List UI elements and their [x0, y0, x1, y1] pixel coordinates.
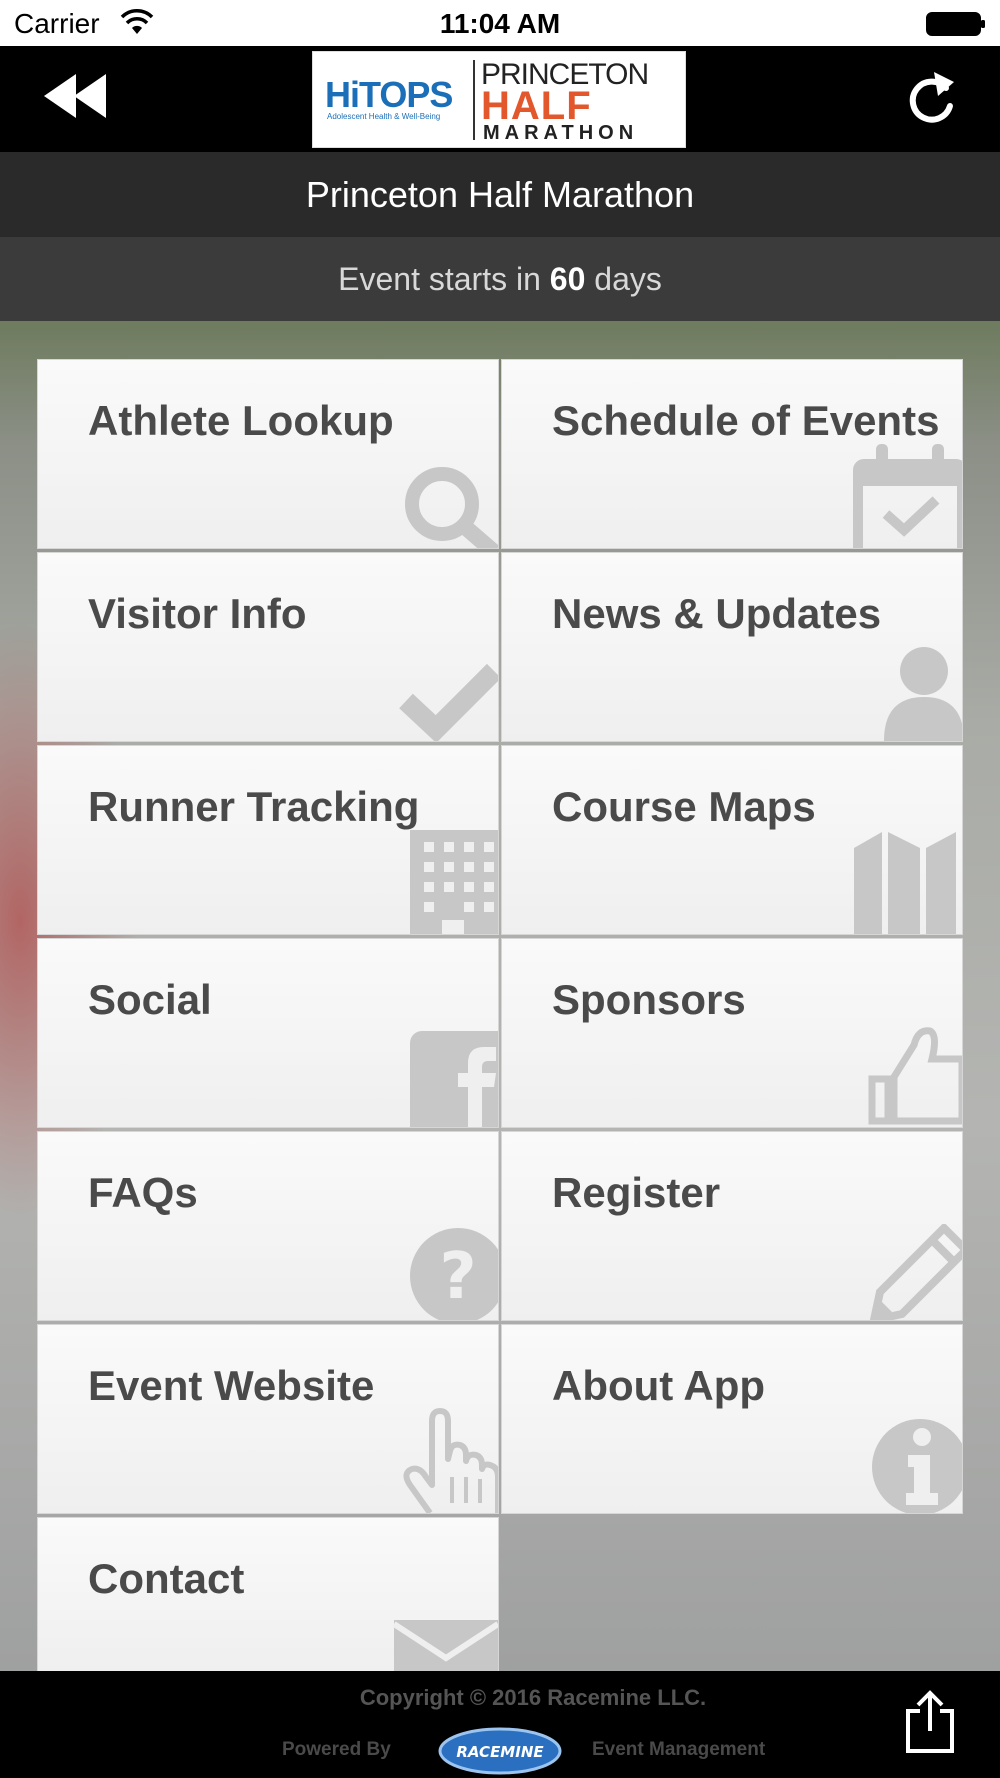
tile-sponsors[interactable]: Sponsors: [501, 938, 963, 1128]
tile-faqs[interactable]: FAQs ?: [37, 1131, 499, 1321]
tile-label: FAQs: [88, 1169, 198, 1216]
logo-hitops-sub: Adolescent Health & Well-Being: [327, 112, 441, 121]
tile-athlete-lookup[interactable]: Athlete Lookup: [37, 359, 499, 549]
map-icon: [854, 832, 956, 934]
countdown-suffix: days: [585, 261, 662, 297]
tile-label: Social: [88, 976, 212, 1023]
tile-label: Register: [552, 1169, 721, 1216]
tile-visitor-info[interactable]: Visitor Info: [37, 552, 499, 742]
powered-by-label: Powered By: [282, 1739, 391, 1760]
calendar-check-icon: [853, 444, 962, 548]
logo-marathon: MARATHON: [483, 122, 639, 144]
tile-label: Visitor Info: [88, 590, 307, 637]
tile-course-maps[interactable]: Course Maps: [501, 745, 963, 935]
tile-label: About App: [552, 1362, 766, 1409]
person-icon: [884, 647, 962, 741]
event-countdown: Event starts in 60 days: [0, 237, 1000, 321]
svg-text:?: ?: [439, 1240, 476, 1314]
pencil-icon: [870, 1224, 962, 1320]
event-logo: HiTOPS Adolescent Health & Well-Being PR…: [312, 51, 686, 148]
tile-schedule-of-events[interactable]: Schedule of Events: [501, 359, 963, 549]
tile-label: Contact: [88, 1555, 245, 1602]
app-footer: Copyright © 2016 Racemine LLC. Powered B…: [0, 1671, 1000, 1778]
tile-contact[interactable]: Contact: [37, 1517, 499, 1673]
share-icon[interactable]: [904, 1689, 956, 1755]
logo-divider: [473, 60, 475, 140]
tile-about-app[interactable]: About App: [501, 1324, 963, 1514]
racemine-logo-text: RACEMINE: [456, 1743, 544, 1761]
tile-label: News & Updates: [552, 590, 882, 637]
tile-runner-tracking[interactable]: Runner Tracking: [37, 745, 499, 935]
countdown-prefix: Event starts in: [338, 261, 550, 297]
info-icon: [872, 1419, 962, 1513]
page-title: Princeton Half Marathon: [0, 152, 1000, 237]
building-icon: [410, 830, 498, 934]
tile-event-website[interactable]: Event Website: [37, 1324, 499, 1514]
clock: 11:04 AM: [439, 8, 561, 39]
refresh-icon[interactable]: [906, 68, 956, 126]
battery-icon: [926, 12, 985, 36]
tile-register[interactable]: Register: [501, 1131, 963, 1321]
question-icon: ?: [410, 1228, 498, 1320]
thumbs-up-icon: [868, 1027, 962, 1125]
status-bar: Carrier 11:04 AM: [0, 0, 1000, 46]
tile-news-updates[interactable]: News & Updates: [501, 552, 963, 742]
racemine-logo[interactable]: RACEMINE: [438, 1727, 562, 1775]
countdown-days: 60: [549, 261, 586, 297]
copyright-text: Copyright © 2016 Racemine LLC.: [359, 1685, 707, 1710]
app-header: HiTOPS Adolescent Health & Well-Being PR…: [0, 46, 1000, 152]
checkmark-icon: [399, 663, 498, 741]
magnifier-icon: [405, 467, 498, 548]
tile-label: Athlete Lookup: [88, 397, 394, 444]
facebook-icon: [410, 1031, 498, 1127]
envelope-icon: [392, 1620, 498, 1672]
tile-social[interactable]: Social: [37, 938, 499, 1128]
rewind-icon[interactable]: [44, 72, 110, 120]
logo-hitops: HiTOPS: [325, 74, 453, 115]
event-management-label: Event Management: [592, 1739, 766, 1760]
pointer-hand-icon: [403, 1408, 498, 1513]
